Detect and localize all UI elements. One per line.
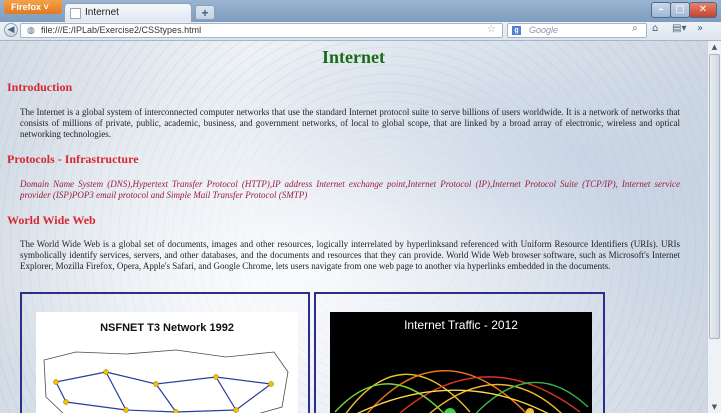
minimize-button[interactable]: – [651,2,671,18]
heading-protocols: Protocols - Infrastructure [7,152,139,166]
introduction-text: The Internet is a global system of inter… [20,107,680,139]
us-network-map-drawing [43,349,289,413]
heading-www: World Wide Web [7,213,96,227]
url-text[interactable]: file:///E:/IPLab/Exercise2/CSStypes.html [41,25,201,35]
home-icon[interactable]: ⌂ [652,23,658,34]
protocols-text: Domain Name System (DNS),Hypertext Trans… [20,179,680,200]
nsfnet-map-image: NSFNET T3 Network 1992 [36,312,298,413]
nsfnet-image-frame: NSFNET T3 Network 1992 [20,292,310,413]
firefox-menu-button[interactable]: Firefox ˅ [4,0,62,14]
overflow-menu-icon[interactable]: » [697,23,703,34]
vertical-scrollbar[interactable]: ▲ ▼ [707,41,721,413]
scroll-down-icon[interactable]: ▼ [708,401,721,413]
www-text: The World Wide Web is a global set of do… [20,239,680,271]
close-button[interactable]: ✕ [689,2,717,18]
back-icon[interactable]: ◀ [4,23,18,37]
bookmark-star-icon[interactable]: ☆ [487,24,496,35]
internet-traffic-image-frame: Internet Traffic - 2012 [314,292,605,413]
search-bar[interactable]: g Google [507,23,647,38]
scrollbar-thumb[interactable] [709,54,720,339]
scroll-up-icon[interactable]: ▲ [708,41,721,53]
web-page: Internet Introduction The Internet is a … [0,41,707,413]
search-placeholder: Google [529,25,559,35]
tab-internet[interactable]: Internet [64,3,192,22]
bookmarks-menu-icon[interactable]: ▤▾ [672,23,686,34]
search-icon[interactable]: ⌕ [632,23,638,34]
tab-label: Internet [85,7,119,18]
page-title: Internet [322,47,385,67]
heading-introduction: Introduction [7,80,73,94]
title-bar: Firefox ˅ Internet + – □ ✕ [0,0,721,22]
page-favicon-icon [70,8,81,19]
traffic-arcs-drawing [334,370,589,413]
google-icon[interactable]: g [512,26,521,35]
new-tab-button[interactable]: + [195,5,215,20]
maximize-button[interactable]: □ [670,2,690,18]
url-bar[interactable]: ◍ file:///E:/IPLab/Exercise2/CSStypes.ht… [20,23,519,38]
internet-traffic-image: Internet Traffic - 2012 [330,312,592,413]
globe-icon: ◍ [27,26,35,36]
navigation-bar: ◀ ◍ file:///E:/IPLab/Exercise2/CSStypes.… [0,22,721,41]
